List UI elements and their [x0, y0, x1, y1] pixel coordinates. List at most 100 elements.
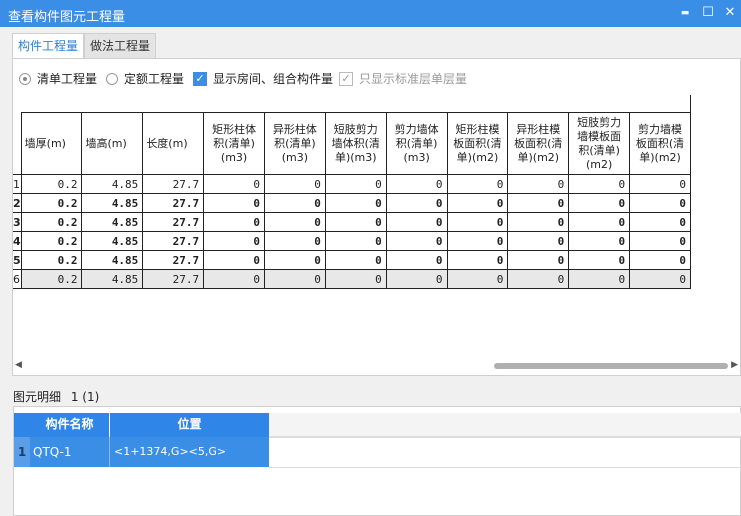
table-cell[interactable]: 0: [264, 174, 326, 194]
table-cell[interactable]: 0: [629, 212, 691, 232]
table-cell[interactable]: 0: [446, 231, 509, 251]
table-cell[interactable]: 27.7: [142, 231, 205, 251]
table-cell[interactable]: 27.7: [142, 193, 205, 213]
maximize-button[interactable]: ☐: [699, 4, 717, 22]
table-cell[interactable]: 0.2: [20, 193, 83, 213]
table-cell[interactable]: 4.85: [81, 269, 144, 289]
table-cell[interactable]: 0: [629, 231, 691, 251]
tab-method-quantity[interactable]: 做法工程量: [84, 33, 157, 59]
table-cell[interactable]: 0: [568, 174, 631, 194]
table-cell[interactable]: 0: [203, 231, 265, 251]
close-button[interactable]: ✕: [721, 4, 739, 22]
table-cell[interactable]: 0: [446, 250, 509, 270]
table-cell[interactable]: 0.2: [20, 174, 83, 194]
table-cell[interactable]: 0: [264, 212, 326, 232]
horizontal-scrollbar[interactable]: ◀ ▶: [13, 359, 740, 373]
column-header[interactable]: 矩形柱体积(清单)(m3): [203, 112, 265, 175]
table-cell[interactable]: 0: [629, 269, 691, 289]
table-cell[interactable]: 4.85: [81, 250, 144, 270]
table-cell[interactable]: 0: [264, 193, 326, 213]
table-cell[interactable]: 4.85: [81, 231, 144, 251]
table-cell[interactable]: 27.7: [142, 250, 205, 270]
scroll-left-icon[interactable]: ◀: [15, 360, 22, 370]
check-icon[interactable]: ✓: [193, 72, 207, 86]
table-cell[interactable]: 0: [507, 212, 570, 232]
table-cell[interactable]: 0: [264, 231, 326, 251]
table-cell[interactable]: 0: [324, 269, 387, 289]
detail-row-line: [269, 437, 741, 438]
column-header[interactable]: 异形柱模板面积(清单)(m2): [507, 112, 570, 175]
table-cell[interactable]: 0: [324, 250, 387, 270]
table-cell[interactable]: 0: [446, 174, 509, 194]
table-cell[interactable]: 0.2: [20, 250, 83, 270]
column-header[interactable]: 剪力墙模板面积(清单)(m2): [629, 112, 691, 175]
detail-header-name[interactable]: 构件名称: [30, 413, 109, 437]
table-cell[interactable]: 27.7: [142, 174, 205, 194]
tab-component-quantity[interactable]: 构件工程量: [12, 33, 85, 59]
column-header[interactable]: 短肢剪力墙体积(清单)(m3): [324, 112, 387, 175]
table-cell[interactable]: 0: [629, 250, 691, 270]
table-cell[interactable]: 0: [446, 269, 509, 289]
table-cell[interactable]: 0: [568, 250, 631, 270]
table-cell[interactable]: 0: [385, 193, 448, 213]
table-row[interactable]: 1 0.2 4.85 27.7 0 0 0 0 0 0 0 0: [13, 174, 691, 194]
table-cell[interactable]: 0: [324, 231, 387, 251]
detail-cell-position[interactable]: <1+1374,G><5,G>: [109, 437, 269, 467]
table-cell[interactable]: 0: [446, 193, 509, 213]
table-cell[interactable]: 0: [324, 174, 387, 194]
table-row[interactable]: 3 0.2 4.85 27.7 0 0 0 0 0 0 0 0: [13, 212, 691, 232]
table-row[interactable]: 6 0.2 4.85 27.7 0 0 0 0 0 0 0 0: [13, 269, 691, 289]
table-cell[interactable]: 0: [203, 174, 265, 194]
detail-header-position[interactable]: 位置: [109, 413, 269, 437]
table-cell[interactable]: 4.85: [81, 212, 144, 232]
column-header[interactable]: 异形柱体积(清单)(m3): [264, 112, 326, 175]
table-cell[interactable]: 0: [568, 212, 631, 232]
table-cell[interactable]: 0.2: [20, 231, 83, 251]
column-header[interactable]: 墙高(m): [81, 112, 144, 175]
table-cell[interactable]: 27.7: [142, 212, 205, 232]
table-cell[interactable]: 0: [385, 231, 448, 251]
table-cell[interactable]: 0: [568, 193, 631, 213]
table-cell[interactable]: 0: [568, 231, 631, 251]
table-cell[interactable]: 0: [203, 193, 265, 213]
table-cell[interactable]: 4.85: [81, 193, 144, 213]
table-cell[interactable]: 0: [507, 231, 570, 251]
table-row[interactable]: 5 0.2 4.85 27.7 0 0 0 0 0 0 0 0: [13, 250, 691, 270]
radio-icon[interactable]: [106, 73, 118, 85]
column-header[interactable]: 墙厚(m): [20, 112, 83, 175]
column-header[interactable]: 短肢剪力墙模板面积(清单)(m2): [568, 112, 631, 175]
table-cell[interactable]: 0: [203, 269, 265, 289]
table-cell[interactable]: 0: [629, 193, 691, 213]
table-cell[interactable]: 0: [507, 193, 570, 213]
scroll-right-icon[interactable]: ▶: [731, 360, 738, 370]
table-cell[interactable]: 0: [629, 174, 691, 194]
table-cell[interactable]: 0: [507, 269, 570, 289]
table-cell[interactable]: 4.85: [81, 174, 144, 194]
table-cell[interactable]: 0: [264, 250, 326, 270]
table-cell[interactable]: 0: [324, 212, 387, 232]
table-cell[interactable]: 0: [264, 269, 326, 289]
table-cell[interactable]: 0: [385, 174, 448, 194]
minimize-button[interactable]: ▬: [676, 4, 694, 22]
radio-icon[interactable]: [19, 73, 31, 85]
column-header[interactable]: 矩形柱模板面积(清单)(m2): [446, 112, 509, 175]
table-cell[interactable]: 0: [446, 212, 509, 232]
table-cell[interactable]: 0: [507, 174, 570, 194]
table-cell[interactable]: 0: [568, 269, 631, 289]
column-header[interactable]: 剪力墙体积(清单)(m3): [385, 112, 448, 175]
table-cell[interactable]: 0: [385, 250, 448, 270]
table-row[interactable]: 4 0.2 4.85 27.7 0 0 0 0 0 0 0 0: [13, 231, 691, 251]
table-cell[interactable]: 0: [507, 250, 570, 270]
table-cell[interactable]: 0.2: [20, 212, 83, 232]
detail-cell-name[interactable]: QTQ-1: [30, 437, 109, 467]
scroll-thumb[interactable]: [494, 363, 728, 369]
table-cell[interactable]: 0: [203, 212, 265, 232]
table-cell[interactable]: 0: [385, 269, 448, 289]
table-cell[interactable]: 0: [203, 250, 265, 270]
table-cell[interactable]: 0.2: [20, 269, 83, 289]
table-cell[interactable]: 0: [324, 193, 387, 213]
table-row[interactable]: 2 0.2 4.85 27.7 0 0 0 0 0 0 0 0: [13, 193, 691, 213]
table-cell[interactable]: 27.7: [142, 269, 205, 289]
column-header[interactable]: 长度(m): [142, 112, 205, 175]
table-cell[interactable]: 0: [385, 212, 448, 232]
